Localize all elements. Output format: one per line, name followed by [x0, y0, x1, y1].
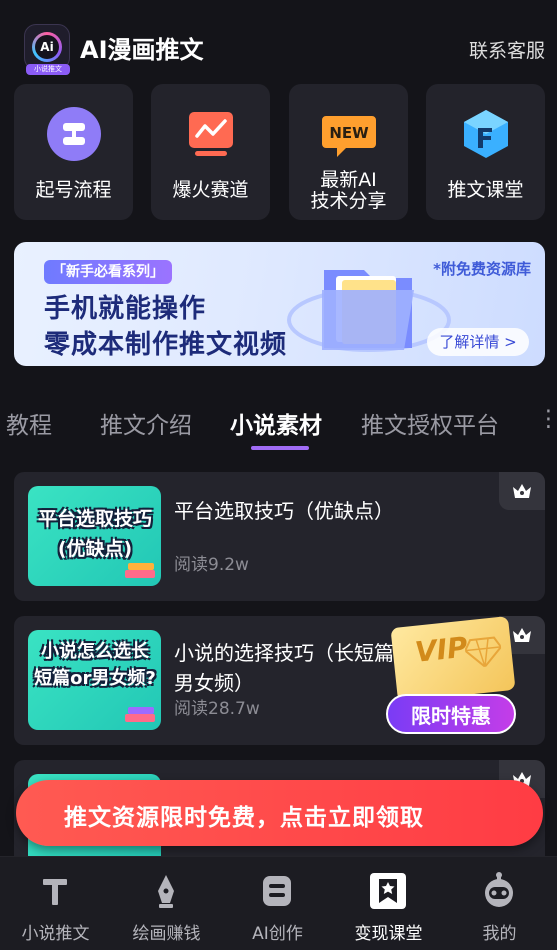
classroom-icon: [464, 110, 508, 158]
new-badge-icon: NEW: [322, 116, 376, 157]
tab-intro[interactable]: 推文介绍: [100, 406, 192, 440]
bookmark-star-icon: [370, 873, 406, 909]
vip-offer-sticker[interactable]: VIP 限时特惠: [384, 616, 520, 736]
logo-ring-icon: Ai: [32, 32, 62, 62]
nav-ai-create[interactable]: AI创作: [222, 857, 333, 950]
app-title: AI漫画推文: [80, 36, 204, 64]
article-title: 平台选取技巧（优缺点）: [174, 499, 394, 523]
crown-icon: [513, 484, 531, 498]
nav-novel-promo[interactable]: 小说推文: [0, 857, 111, 950]
banner-more-button[interactable]: 了解详情 >: [427, 328, 529, 356]
nav-profile[interactable]: 我的: [444, 857, 555, 950]
books-icon: [125, 707, 155, 722]
thumbnail-text: 平台选取技巧(优缺点): [37, 508, 152, 560]
tile-start-process[interactable]: 起号流程: [14, 84, 133, 220]
contact-support-link[interactable]: 联系客服: [469, 36, 545, 63]
article-thumbnail: 平台选取技巧(优缺点): [28, 486, 161, 586]
bottom-navigation: 小说推文 绘画赚钱 AI创作 变现课堂 我的: [0, 856, 557, 950]
read-count: 阅读28.7w: [174, 699, 260, 719]
nav-drawing-earn[interactable]: 绘画赚钱: [111, 857, 222, 950]
app-logo: Ai 小说推文: [24, 24, 70, 75]
ai-box-icon: [263, 876, 291, 906]
free-resource-promo[interactable]: 推文资源限时免费，点击立即领取: [16, 780, 543, 846]
trend-chart-icon: [189, 112, 233, 156]
vip-card-text: VIP: [413, 630, 470, 669]
tabs-more-icon[interactable]: ⋮: [537, 406, 557, 432]
robot-avatar-icon: [485, 872, 513, 907]
tab-tutorial[interactable]: 教程: [6, 406, 52, 440]
tab-authorization[interactable]: 推文授权平台: [361, 406, 499, 440]
thumbnail-text: 小说怎么选长短篇or男女频?: [34, 641, 156, 689]
tile-label-line1: 最新AI: [320, 169, 377, 191]
nav-monetize-class[interactable]: 变现课堂: [333, 857, 444, 950]
tab-novel-materials[interactable]: 小说素材: [230, 406, 322, 440]
tile-label: 爆火赛道: [172, 179, 249, 201]
nav-label: 变现课堂: [354, 924, 423, 944]
read-count: 阅读9.2w: [174, 555, 249, 575]
banner-headline-2: 零成本制作推文视频: [44, 330, 288, 360]
logo-text: Ai: [35, 35, 59, 59]
tile-hot-track[interactable]: 爆火赛道: [151, 84, 270, 220]
nav-label: 小说推文: [21, 924, 90, 944]
app-header: Ai 小说推文 AI漫画推文 联系客服: [0, 0, 557, 80]
nav-label: AI创作: [252, 924, 303, 944]
tile-label: 起号流程: [35, 179, 112, 201]
premium-badge: [499, 472, 545, 510]
article-card[interactable]: 平台选取技巧(优缺点) 平台选取技巧（优缺点） 阅读9.2w: [14, 472, 545, 601]
promo-banner[interactable]: 「新手必看系列」 手机就能操作 零成本制作推文视频 *附免费资源库 了解详情 >: [14, 242, 545, 366]
nav-label: 绘画赚钱: [132, 924, 201, 944]
banner-badge: 「新手必看系列」: [44, 260, 172, 284]
quick-tiles: 起号流程 爆火赛道 NEW 最新AI 技术分享 推文课堂: [14, 84, 545, 220]
tile-label: 推文课堂: [447, 179, 524, 201]
promo-text: 推文资源限时免费，点击立即领取: [64, 805, 424, 831]
nav-label: 我的: [482, 924, 517, 944]
svg-text:NEW: NEW: [329, 124, 369, 142]
diamond-icon: [463, 636, 503, 669]
limited-offer-button[interactable]: 限时特惠: [386, 694, 516, 734]
vip-card: VIP: [390, 616, 516, 702]
pen-nib-icon: [158, 875, 174, 908]
tile-latest-ai[interactable]: NEW 最新AI 技术分享: [289, 84, 408, 220]
tile-classroom[interactable]: 推文课堂: [426, 84, 545, 220]
article-title: 小说的选择技巧（长短篇男女频）: [174, 641, 394, 695]
article-thumbnail: 小说怎么选长短篇or男女频?: [28, 630, 161, 730]
logo-tag: 小说推文: [26, 64, 70, 75]
flow-icon: [47, 107, 101, 161]
banner-free-note: *附免费资源库: [433, 260, 531, 278]
text-t-icon: [43, 879, 67, 905]
active-tab-indicator: [251, 446, 309, 450]
books-icon: [125, 563, 155, 578]
tile-label-line2: 技术分享: [310, 190, 387, 212]
banner-headline-1: 手机就能操作: [44, 294, 207, 324]
